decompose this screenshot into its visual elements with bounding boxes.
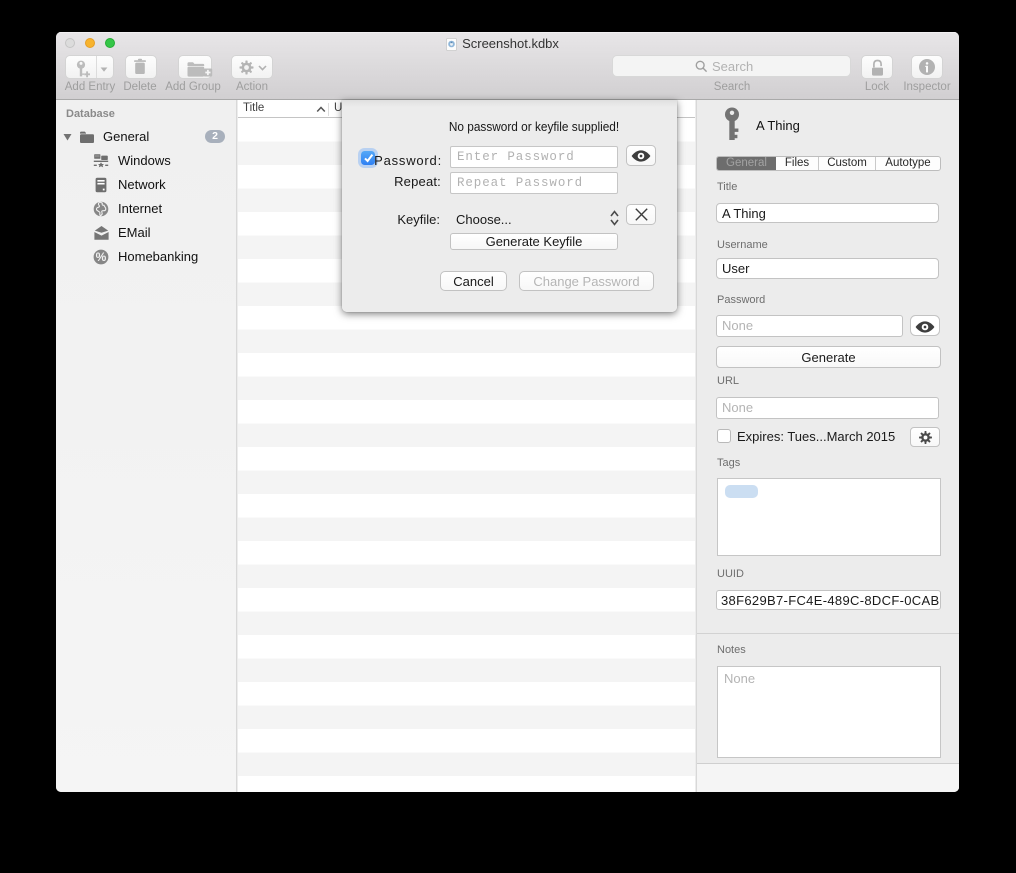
svg-text:%: % [96,250,107,264]
